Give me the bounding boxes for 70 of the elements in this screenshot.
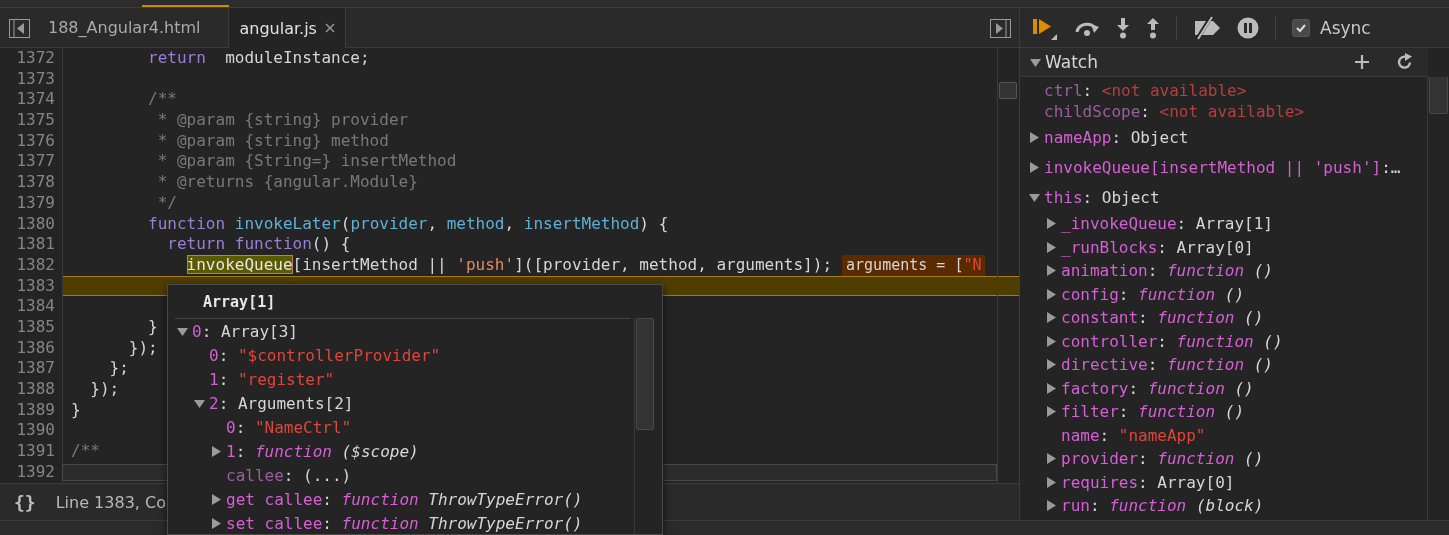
- inline-value: arguments = ["N: [842, 254, 986, 276]
- pretty-print-button[interactable]: {}: [12, 491, 38, 513]
- line-number: 1373: [0, 68, 63, 90]
- property-entry: ctrl: <not available>: [1044, 81, 1247, 100]
- line-number: 1387: [0, 358, 63, 379]
- property-entry: this: Object: [1044, 187, 1160, 207]
- property-entry: get callee: function ThrowTypeError(): [226, 489, 583, 509]
- file-tab[interactable]: angular.js: [228, 8, 346, 48]
- line-number: 1375: [0, 110, 63, 131]
- line-number: 1390: [0, 420, 63, 442]
- line-number: 1377: [0, 151, 63, 173]
- property-entry: constant: function (): [1061, 308, 1264, 328]
- file-tab[interactable]: 188_Angular4.html: [38, 8, 211, 47]
- property-entry: nameApp: Object: [1044, 127, 1189, 147]
- property-entry: directive: function (): [1061, 355, 1273, 375]
- property-entry: 0: Array[3]: [192, 321, 298, 341]
- watch-section-header[interactable]: Watch: [1020, 48, 1428, 77]
- code-line: return moduleInstance;: [147, 48, 370, 69]
- code-line: return function() {: [166, 234, 351, 255]
- line-number: 1385: [0, 316, 63, 338]
- line-number: 1378: [0, 172, 63, 193]
- line-number: 1381: [0, 234, 63, 255]
- code-line: * @returns {angular.Module}: [156, 172, 418, 193]
- property-entry: childScope: <not available>: [1044, 102, 1305, 121]
- property-entry: 2: Arguments[2]: [209, 393, 354, 413]
- property-entry: animation: function (): [1061, 261, 1273, 281]
- property-entry: name: "nameApp": [1061, 425, 1206, 445]
- property-entry: invokeQueue[insertMethod || 'push']:…: [1044, 157, 1401, 177]
- code-line: function invokeLater(provider, method, insertMethod) {: [147, 213, 669, 235]
- line-number: 1382: [0, 254, 63, 276]
- property-entry: _runBlocks: Array[0]: [1061, 237, 1254, 257]
- line-number: 1388: [0, 379, 63, 400]
- property-entry: run: function (block): [1061, 496, 1264, 516]
- property-entry: config: function (): [1061, 284, 1245, 304]
- property-entry: set callee: function ThrowTypeError(): [226, 513, 583, 533]
- line-number: 1384: [0, 296, 63, 317]
- code-line: * @param {String=} insertMethod: [156, 151, 457, 173]
- line-number: 1386: [0, 337, 63, 359]
- property-entry: _invokeQueue: Array[1]: [1061, 214, 1273, 234]
- property-entry: callee: (...): [226, 465, 352, 485]
- property-entry: 1: "register": [209, 369, 335, 389]
- code-line: });: [89, 379, 120, 400]
- line-number: 1374: [0, 89, 63, 111]
- property-entry: 0: "NameCtrl": [226, 417, 352, 437]
- code-line: });: [127, 337, 158, 359]
- async-checkbox[interactable]: Async: [1292, 17, 1371, 38]
- code-line: invokeQueue[insertMethod || 'push']([provider, method, arguments]);: [185, 254, 832, 276]
- popover-title: Array[1]: [203, 292, 276, 311]
- line-number: 1391: [0, 441, 63, 462]
- code-line: }: [71, 399, 81, 421]
- code-line: * @param {string} provider: [156, 110, 409, 131]
- line-number: 1379: [0, 192, 63, 214]
- line-number: 1372: [0, 48, 63, 69]
- cursor-position: Line 1383, Co: [55, 492, 166, 512]
- code-line: }: [147, 316, 158, 338]
- line-number: 1389: [0, 399, 63, 421]
- line-number: 1376: [0, 130, 63, 152]
- code-line: * @param {string} method: [156, 130, 389, 152]
- property-entry: factory: function (): [1061, 378, 1254, 398]
- code-line: };: [108, 358, 129, 379]
- code-line: /**: [71, 441, 100, 462]
- property-entry: 0: "$controllerProvider": [209, 345, 441, 365]
- line-number: 1380: [0, 213, 63, 235]
- code-line: */: [156, 192, 177, 214]
- property-entry: requires: Array[0]: [1061, 472, 1235, 492]
- property-entry: filter: function (): [1061, 402, 1245, 422]
- property-entry: controller: function (): [1061, 331, 1283, 351]
- property-entry: 1: function ($scope): [226, 441, 419, 461]
- property-entry: provider: function (): [1061, 449, 1264, 469]
- code-line: /**: [147, 89, 177, 111]
